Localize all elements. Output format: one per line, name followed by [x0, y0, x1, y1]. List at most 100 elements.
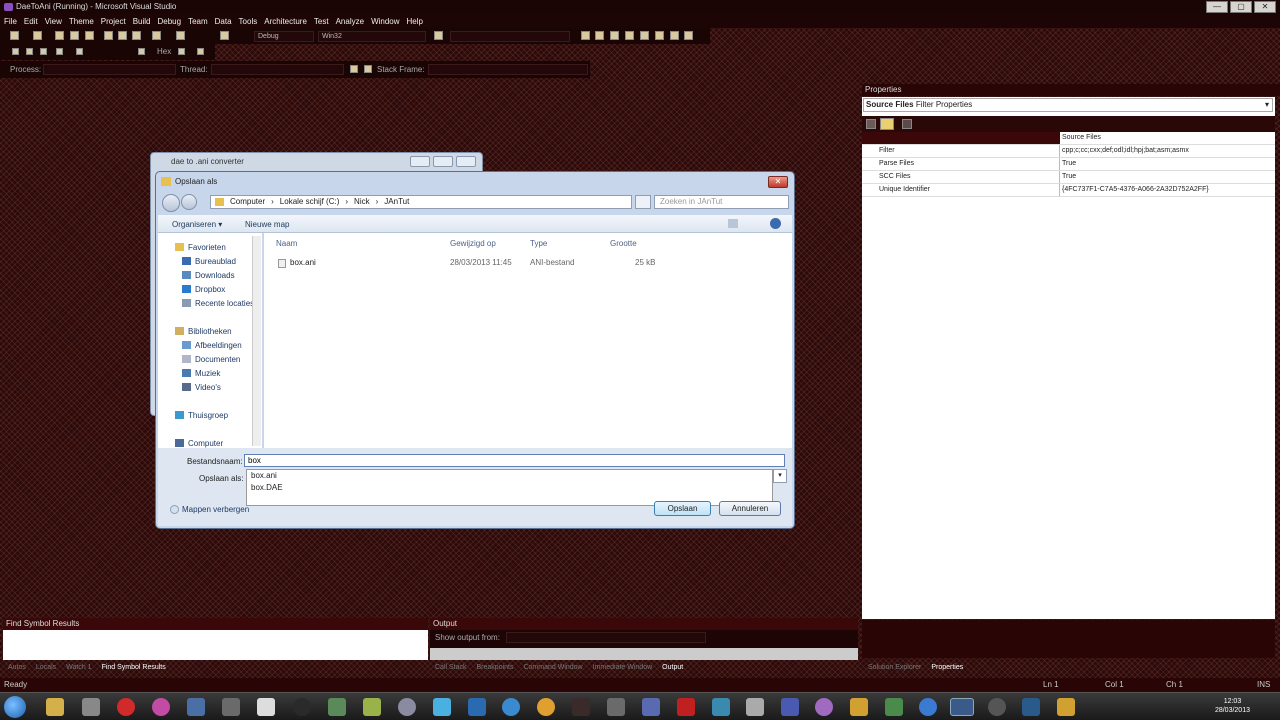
output-window-icon[interactable] — [670, 31, 679, 40]
tab-autos[interactable]: Autos — [5, 662, 29, 674]
browser-icon[interactable] — [152, 698, 170, 716]
menu-edit[interactable]: Edit — [24, 17, 38, 26]
find-symbol-results[interactable] — [3, 630, 428, 660]
new-folder-button[interactable]: Nieuwe map — [245, 220, 289, 229]
property-value[interactable]: cpp;c;cc;cxx;def;odl;idl;hpj;bat;asm;asm… — [1060, 145, 1275, 157]
property-value[interactable]: True — [1060, 158, 1275, 170]
alphabetical-icon[interactable] — [880, 118, 894, 130]
column-header-type[interactable]: Type — [530, 239, 547, 248]
app-icon[interactable] — [222, 698, 240, 716]
address-bar[interactable]: Computer › Lokale schijf (C:) › Nick › JAnT… — [210, 195, 632, 209]
tab-properties[interactable]: Properties — [928, 662, 966, 674]
app-icon[interactable] — [187, 698, 205, 716]
property-pages-icon[interactable] — [902, 119, 912, 129]
nav-item-homegroup[interactable]: Thuisgroep — [175, 410, 228, 422]
app-icon[interactable] — [293, 698, 311, 716]
nav-item-libraries[interactable]: Bibliotheken — [175, 326, 232, 338]
nav-item-dropbox[interactable]: Dropbox — [182, 284, 225, 296]
tab-watch-1[interactable]: Watch 1 — [63, 662, 94, 674]
app-icon[interactable] — [433, 698, 451, 716]
menu-architecture[interactable]: Architecture — [264, 17, 307, 26]
tab-command-window[interactable]: Command Window — [520, 662, 585, 674]
solution-explorer-icon[interactable] — [581, 31, 590, 40]
app-icon[interactable] — [572, 698, 590, 716]
save-button[interactable]: Opslaan — [654, 501, 711, 516]
tab-call-stack[interactable]: Call Stack — [432, 662, 470, 674]
break-all-icon[interactable] — [26, 48, 33, 55]
menu-team[interactable]: Team — [188, 17, 208, 26]
navigate-icon[interactable] — [220, 31, 229, 40]
add-item-icon[interactable] — [33, 31, 42, 40]
save-icon[interactable] — [70, 31, 79, 40]
app-icon[interactable] — [468, 698, 486, 716]
navigation-scrollbar[interactable] — [252, 236, 261, 446]
opera-icon[interactable] — [117, 698, 135, 716]
autocomplete-item[interactable]: box.ani — [247, 470, 772, 482]
output-source-select[interactable] — [506, 632, 707, 644]
app-icon[interactable] — [850, 698, 868, 716]
breakpoints-icon[interactable] — [178, 48, 185, 55]
output-horizontal-scrollbar[interactable] — [430, 648, 858, 660]
menu-window[interactable]: Window — [371, 17, 399, 26]
app-icon[interactable] — [815, 698, 833, 716]
redo-icon[interactable] — [176, 31, 185, 40]
dialog-close-button[interactable]: ✕ — [768, 176, 788, 188]
app-icon[interactable] — [712, 698, 730, 716]
app-icon[interactable] — [746, 698, 764, 716]
undo-icon[interactable] — [152, 31, 161, 40]
tab-output[interactable]: Output — [659, 662, 686, 674]
paste-icon[interactable] — [132, 31, 141, 40]
menu-debug[interactable]: Debug — [158, 17, 182, 26]
output-icon[interactable] — [197, 48, 204, 55]
visual-studio-taskbar-icon[interactable] — [950, 698, 974, 716]
app-icon[interactable] — [1022, 698, 1040, 716]
close-button[interactable] — [456, 156, 476, 167]
menu-analyze[interactable]: Analyze — [336, 17, 364, 26]
property-row[interactable]: Unique Identifier {4FC737F1-C7A5-4376-A0… — [862, 184, 1275, 197]
tab-breakpoints[interactable]: Breakpoints — [474, 662, 517, 674]
menu-file[interactable]: File — [4, 17, 17, 26]
app-icon[interactable] — [257, 698, 275, 716]
toolbox-icon[interactable] — [625, 31, 634, 40]
nav-item-music[interactable]: Muziek — [182, 368, 220, 380]
app-icon[interactable] — [502, 698, 520, 716]
forward-button[interactable] — [181, 194, 197, 210]
nav-item-videos[interactable]: Video's — [182, 382, 221, 394]
menu-data[interactable]: Data — [215, 17, 232, 26]
copy-icon[interactable] — [118, 31, 127, 40]
steam-icon[interactable] — [82, 698, 100, 716]
app-icon[interactable] — [363, 698, 381, 716]
hide-folders-button[interactable]: Mappen verbergen — [170, 505, 249, 514]
platform-select[interactable]: Win32 — [318, 31, 426, 42]
find-in-files-icon[interactable] — [434, 31, 443, 40]
menu-project[interactable]: Project — [101, 17, 126, 26]
properties-object-select[interactable]: Source Files Filter Properties ▾ — [863, 98, 1273, 112]
breadcrumb-segment[interactable]: JAnTut — [384, 196, 409, 208]
app-icon[interactable] — [781, 698, 799, 716]
column-header-size[interactable]: Grootte — [610, 239, 637, 248]
cancel-button[interactable]: Annuleren — [719, 501, 781, 516]
property-row[interactable]: Filter cpp;c;cc;cxx;def;odl;idl;hpj;bat;… — [862, 145, 1275, 158]
process-select[interactable] — [43, 64, 176, 75]
app-icon[interactable] — [607, 698, 625, 716]
app-icon[interactable] — [537, 698, 555, 716]
help-icon[interactable] — [770, 218, 781, 229]
save-all-icon[interactable] — [85, 31, 94, 40]
step-into-icon[interactable] — [138, 48, 145, 55]
configuration-select[interactable]: Debug — [254, 31, 314, 42]
organize-button[interactable]: Organiseren ▾ — [172, 220, 222, 229]
column-header-name[interactable]: Naam — [276, 239, 297, 248]
tab-find-symbol-results[interactable]: Find Symbol Results — [99, 662, 169, 674]
nav-item-downloads[interactable]: Downloads — [182, 270, 235, 282]
minimize-button[interactable]: — — [1206, 1, 1228, 13]
menu-view[interactable]: View — [45, 17, 62, 26]
back-button[interactable] — [162, 194, 180, 212]
app-icon[interactable] — [885, 698, 903, 716]
extension-manager-icon[interactable] — [655, 31, 664, 40]
app-icon[interactable] — [919, 698, 937, 716]
categorized-icon[interactable] — [866, 119, 876, 129]
nav-item-desktop[interactable]: Bureaublad — [182, 256, 236, 268]
object-browser-icon[interactable] — [610, 31, 619, 40]
app-icon[interactable] — [328, 698, 346, 716]
filter-icon[interactable] — [350, 65, 358, 73]
